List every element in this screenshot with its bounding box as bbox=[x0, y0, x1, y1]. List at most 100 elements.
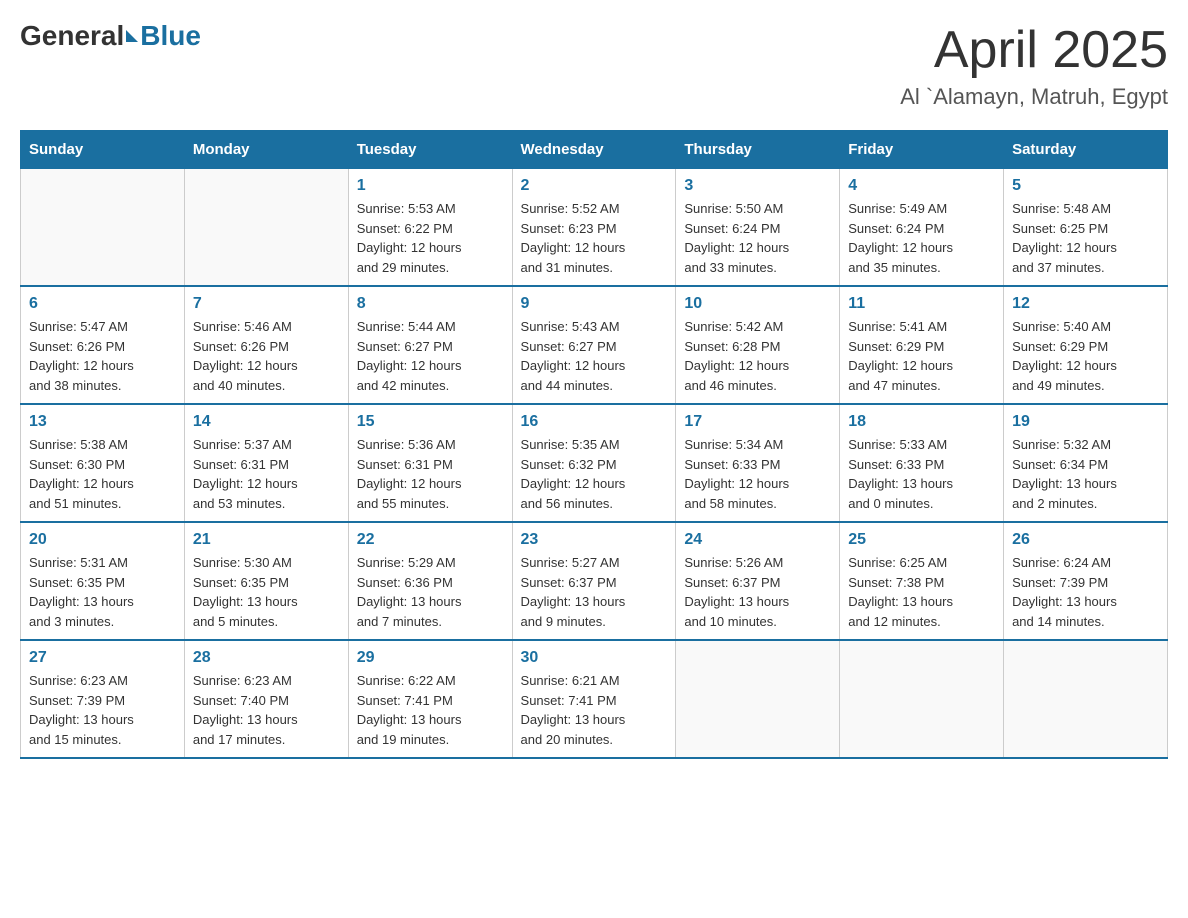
day-info: Sunrise: 5:35 AM Sunset: 6:32 PM Dayligh… bbox=[521, 435, 668, 513]
calendar-week-row: 6 Sunrise: 5:47 AM Sunset: 6:26 PM Daylig… bbox=[21, 286, 1168, 404]
calendar-cell: 14 Sunrise: 5:37 AM Sunset: 6:31 PM Dayli… bbox=[184, 404, 348, 522]
column-header-saturday: Saturday bbox=[1004, 131, 1168, 169]
day-number: 14 bbox=[193, 413, 340, 431]
day-info: Sunrise: 5:50 AM Sunset: 6:24 PM Dayligh… bbox=[684, 199, 831, 277]
day-info: Sunrise: 5:36 AM Sunset: 6:31 PM Dayligh… bbox=[357, 435, 504, 513]
day-info: Sunrise: 5:44 AM Sunset: 6:27 PM Dayligh… bbox=[357, 317, 504, 395]
day-info: Sunrise: 5:32 AM Sunset: 6:34 PM Dayligh… bbox=[1012, 435, 1159, 513]
calendar-cell bbox=[676, 640, 840, 758]
day-info: Sunrise: 5:52 AM Sunset: 6:23 PM Dayligh… bbox=[521, 199, 668, 277]
calendar-cell: 5 Sunrise: 5:48 AM Sunset: 6:25 PM Daylig… bbox=[1004, 169, 1168, 287]
day-number: 11 bbox=[848, 295, 995, 313]
calendar-cell: 10 Sunrise: 5:42 AM Sunset: 6:28 PM Dayli… bbox=[676, 286, 840, 404]
day-number: 5 bbox=[1012, 177, 1159, 195]
day-number: 30 bbox=[521, 649, 668, 667]
calendar-cell: 8 Sunrise: 5:44 AM Sunset: 6:27 PM Daylig… bbox=[348, 286, 512, 404]
day-number: 27 bbox=[29, 649, 176, 667]
day-number: 10 bbox=[684, 295, 831, 313]
column-header-thursday: Thursday bbox=[676, 131, 840, 169]
calendar-week-row: 1 Sunrise: 5:53 AM Sunset: 6:22 PM Daylig… bbox=[21, 169, 1168, 287]
calendar-cell: 26 Sunrise: 6:24 AM Sunset: 7:39 PM Dayli… bbox=[1004, 522, 1168, 640]
calendar-cell: 25 Sunrise: 6:25 AM Sunset: 7:38 PM Dayli… bbox=[840, 522, 1004, 640]
day-number: 9 bbox=[521, 295, 668, 313]
location-subtitle: Al `Alamayn, Matruh, Egypt bbox=[900, 84, 1168, 110]
calendar-cell: 27 Sunrise: 6:23 AM Sunset: 7:39 PM Dayli… bbox=[21, 640, 185, 758]
calendar-cell: 7 Sunrise: 5:46 AM Sunset: 6:26 PM Daylig… bbox=[184, 286, 348, 404]
day-info: Sunrise: 5:26 AM Sunset: 6:37 PM Dayligh… bbox=[684, 553, 831, 631]
calendar-cell: 11 Sunrise: 5:41 AM Sunset: 6:29 PM Dayli… bbox=[840, 286, 1004, 404]
calendar-cell: 15Sunrise: 5:36 AM Sunset: 6:31 PM Dayli… bbox=[348, 404, 512, 522]
calendar-header-row: SundayMondayTuesdayWednesdayThursdayFrid… bbox=[21, 131, 1168, 169]
calendar-cell: 13Sunrise: 5:38 AM Sunset: 6:30 PM Dayli… bbox=[21, 404, 185, 522]
calendar-cell: 24Sunrise: 5:26 AM Sunset: 6:37 PM Dayli… bbox=[676, 522, 840, 640]
column-header-wednesday: Wednesday bbox=[512, 131, 676, 169]
calendar-cell: 6 Sunrise: 5:47 AM Sunset: 6:26 PM Daylig… bbox=[21, 286, 185, 404]
calendar-cell: 4 Sunrise: 5:49 AM Sunset: 6:24 PM Daylig… bbox=[840, 169, 1004, 287]
day-number: 17 bbox=[684, 413, 831, 431]
day-number: 19 bbox=[1012, 413, 1159, 431]
calendar-cell: 3 Sunrise: 5:50 AM Sunset: 6:24 PM Daylig… bbox=[676, 169, 840, 287]
calendar-cell bbox=[184, 169, 348, 287]
day-number: 16 bbox=[521, 413, 668, 431]
day-number: 3 bbox=[684, 177, 831, 195]
day-info: Sunrise: 6:23 AM Sunset: 7:39 PM Dayligh… bbox=[29, 671, 176, 749]
calendar-cell: 2 Sunrise: 5:52 AM Sunset: 6:23 PM Daylig… bbox=[512, 169, 676, 287]
day-info: Sunrise: 5:43 AM Sunset: 6:27 PM Dayligh… bbox=[521, 317, 668, 395]
day-info: Sunrise: 5:48 AM Sunset: 6:25 PM Dayligh… bbox=[1012, 199, 1159, 277]
logo-general-text: General bbox=[20, 20, 124, 52]
day-number: 23 bbox=[521, 531, 668, 549]
day-info: Sunrise: 5:40 AM Sunset: 6:29 PM Dayligh… bbox=[1012, 317, 1159, 395]
day-number: 26 bbox=[1012, 531, 1159, 549]
day-number: 6 bbox=[29, 295, 176, 313]
day-number: 29 bbox=[357, 649, 504, 667]
calendar-cell: 20 Sunrise: 5:31 AM Sunset: 6:35 PM Dayli… bbox=[21, 522, 185, 640]
day-info: Sunrise: 6:22 AM Sunset: 7:41 PM Dayligh… bbox=[357, 671, 504, 749]
day-info: Sunrise: 6:25 AM Sunset: 7:38 PM Dayligh… bbox=[848, 553, 995, 631]
day-number: 25 bbox=[848, 531, 995, 549]
calendar-week-row: 27 Sunrise: 6:23 AM Sunset: 7:39 PM Dayli… bbox=[21, 640, 1168, 758]
day-info: Sunrise: 6:21 AM Sunset: 7:41 PM Dayligh… bbox=[521, 671, 668, 749]
calendar-cell bbox=[1004, 640, 1168, 758]
logo-blue-text: Blue bbox=[140, 20, 201, 52]
day-number: 18 bbox=[848, 413, 995, 431]
logo: General Blue bbox=[20, 20, 201, 52]
calendar-cell bbox=[21, 169, 185, 287]
calendar-cell: 23 Sunrise: 5:27 AM Sunset: 6:37 PM Dayli… bbox=[512, 522, 676, 640]
day-info: Sunrise: 5:49 AM Sunset: 6:24 PM Dayligh… bbox=[848, 199, 995, 277]
day-info: Sunrise: 6:23 AM Sunset: 7:40 PM Dayligh… bbox=[193, 671, 340, 749]
day-info: Sunrise: 6:24 AM Sunset: 7:39 PM Dayligh… bbox=[1012, 553, 1159, 631]
day-info: Sunrise: 5:42 AM Sunset: 6:28 PM Dayligh… bbox=[684, 317, 831, 395]
day-info: Sunrise: 5:46 AM Sunset: 6:26 PM Dayligh… bbox=[193, 317, 340, 395]
page-header: General Blue April 2025 Al `Alamayn, Mat… bbox=[20, 20, 1168, 110]
day-info: Sunrise: 5:34 AM Sunset: 6:33 PM Dayligh… bbox=[684, 435, 831, 513]
day-number: 12 bbox=[1012, 295, 1159, 313]
day-info: Sunrise: 5:27 AM Sunset: 6:37 PM Dayligh… bbox=[521, 553, 668, 631]
day-info: Sunrise: 5:53 AM Sunset: 6:22 PM Dayligh… bbox=[357, 199, 504, 277]
calendar-cell: 17 Sunrise: 5:34 AM Sunset: 6:33 PM Dayli… bbox=[676, 404, 840, 522]
day-number: 7 bbox=[193, 295, 340, 313]
column-header-friday: Friday bbox=[840, 131, 1004, 169]
month-year-title: April 2025 bbox=[900, 20, 1168, 80]
day-number: 8 bbox=[357, 295, 504, 313]
column-header-tuesday: Tuesday bbox=[348, 131, 512, 169]
calendar-week-row: 20 Sunrise: 5:31 AM Sunset: 6:35 PM Dayli… bbox=[21, 522, 1168, 640]
calendar-cell: 30 Sunrise: 6:21 AM Sunset: 7:41 PM Dayli… bbox=[512, 640, 676, 758]
calendar-cell: 16 Sunrise: 5:35 AM Sunset: 6:32 PM Dayli… bbox=[512, 404, 676, 522]
day-info: Sunrise: 5:30 AM Sunset: 6:35 PM Dayligh… bbox=[193, 553, 340, 631]
day-number: 2 bbox=[521, 177, 668, 195]
calendar-cell bbox=[840, 640, 1004, 758]
day-info: Sunrise: 5:29 AM Sunset: 6:36 PM Dayligh… bbox=[357, 553, 504, 631]
calendar-cell: 12 Sunrise: 5:40 AM Sunset: 6:29 PM Dayli… bbox=[1004, 286, 1168, 404]
day-info: Sunrise: 5:47 AM Sunset: 6:26 PM Dayligh… bbox=[29, 317, 176, 395]
title-section: April 2025 Al `Alamayn, Matruh, Egypt bbox=[900, 20, 1168, 110]
day-number: 1 bbox=[357, 177, 504, 195]
day-number: 4 bbox=[848, 177, 995, 195]
logo-arrow-icon bbox=[126, 30, 138, 42]
day-number: 28 bbox=[193, 649, 340, 667]
calendar-cell: 1 Sunrise: 5:53 AM Sunset: 6:22 PM Daylig… bbox=[348, 169, 512, 287]
day-info: Sunrise: 5:41 AM Sunset: 6:29 PM Dayligh… bbox=[848, 317, 995, 395]
day-info: Sunrise: 5:37 AM Sunset: 6:31 PM Dayligh… bbox=[193, 435, 340, 513]
day-info: Sunrise: 5:31 AM Sunset: 6:35 PM Dayligh… bbox=[29, 553, 176, 631]
calendar-week-row: 13Sunrise: 5:38 AM Sunset: 6:30 PM Dayli… bbox=[21, 404, 1168, 522]
day-number: 20 bbox=[29, 531, 176, 549]
